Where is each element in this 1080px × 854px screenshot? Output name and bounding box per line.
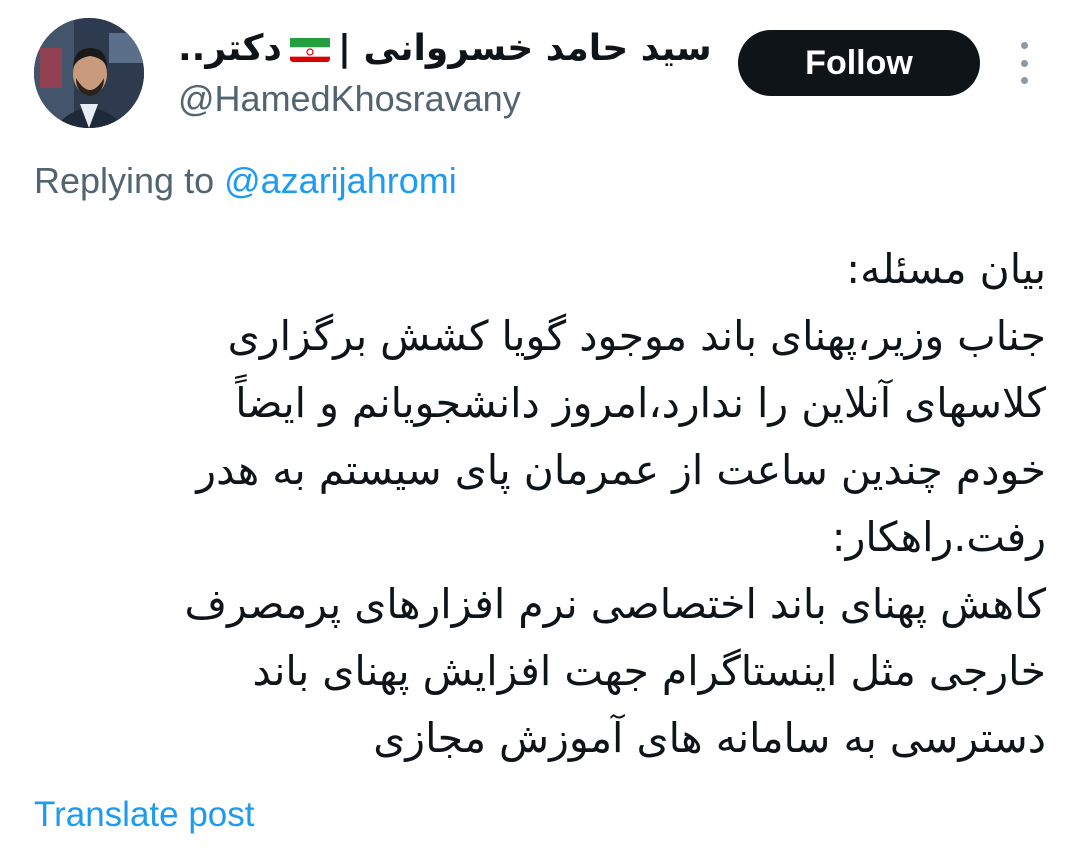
tweet-text-line: خارجی مثل اینستاگرام جهت افزایش پهنای با… bbox=[252, 647, 1046, 695]
follow-button[interactable]: Follow bbox=[738, 30, 980, 96]
more-dot bbox=[1020, 77, 1028, 84]
tweet-text-line: دسترسی به سامانه های آموزش مجازی bbox=[373, 714, 1046, 762]
reply-mention-link[interactable]: @azarijahromi bbox=[224, 160, 457, 201]
author-name-part2: دکتر.. bbox=[178, 27, 282, 69]
more-dot bbox=[1020, 59, 1028, 67]
tweet-header: سید حامد خسروانی | دکتر.. @HamedKhosrava… bbox=[0, 0, 1080, 150]
iran-flag-icon bbox=[289, 34, 330, 62]
replying-to: Replying to @azarijahromi bbox=[34, 160, 457, 202]
more-dot bbox=[1020, 42, 1028, 49]
tweet-text-line: جناب وزیر،پهنای باند موجود گویا کشش برگز… bbox=[227, 312, 1046, 360]
tweet-text-line: کلاسهای آنلاین را ندارد،امروز دانشجویانم… bbox=[235, 379, 1046, 427]
tweet-text: بیان مسئله: جناب وزیر،پهنای باند موجود گ… bbox=[34, 236, 1046, 772]
author-display-name[interactable]: سید حامد خسروانی | دکتر.. bbox=[178, 22, 718, 74]
tweet-text-line: بیان مسئله: bbox=[846, 245, 1046, 293]
avatar-image bbox=[34, 18, 144, 128]
tweet-text-line: خودم چندین ساعت از عمرمان پای سیستم به ه… bbox=[196, 446, 1046, 494]
tweet-text-line: کاهش پهنای باند اختصاصی نرم افزارهای پرم… bbox=[184, 580, 1046, 628]
replying-to-label: Replying to bbox=[34, 160, 225, 201]
author-name-part1: سید حامد خسروانی | bbox=[337, 27, 712, 69]
more-vertical-icon[interactable] bbox=[1008, 42, 1040, 84]
translate-post-link[interactable]: Translate post bbox=[34, 795, 254, 835]
author-names: سید حامد خسروانی | دکتر.. @HamedKhosrava… bbox=[178, 22, 718, 120]
author-handle[interactable]: @HamedKhosravany bbox=[178, 78, 718, 120]
author-avatar[interactable] bbox=[34, 18, 144, 128]
tweet-text-line: رفت.راهکار: bbox=[831, 513, 1046, 561]
